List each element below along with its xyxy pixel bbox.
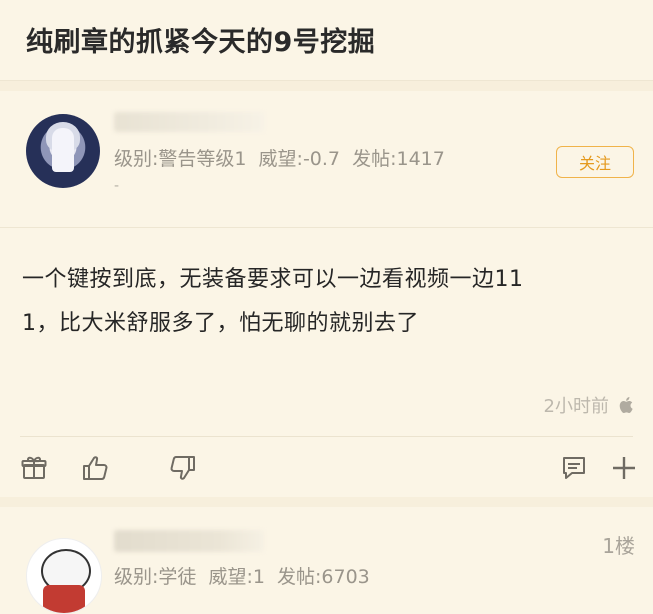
separator bbox=[0, 497, 653, 507]
thumbs-down-icon[interactable] bbox=[166, 452, 198, 484]
gift-icon[interactable] bbox=[18, 452, 50, 484]
author-avatar[interactable] bbox=[26, 114, 100, 188]
post-meta: 2小时前 bbox=[544, 392, 635, 418]
post-action-bar bbox=[0, 446, 653, 490]
floor-number: 1楼 bbox=[602, 534, 635, 558]
title-bar: 纯刷章的抓紧今天的9号挖掘 bbox=[0, 0, 653, 81]
post-content: 一个键按到底，无装备要求可以一边看视频一边11 1，比大米舒服多了，怕无聊的就别… bbox=[22, 258, 622, 346]
reply-avatar[interactable] bbox=[26, 538, 102, 614]
reply-post-count: 发帖:6703 bbox=[277, 566, 370, 588]
separator bbox=[0, 81, 653, 91]
follow-button[interactable]: 关注 bbox=[556, 146, 634, 178]
post-time: 2小时前 bbox=[543, 396, 609, 417]
reply-item: 级别:学徒 威望:1 发帖:6703 1楼 bbox=[0, 508, 653, 614]
post-author-header: 级别:警告等级1 威望:-0.7 发帖:1417 - 关注 bbox=[0, 92, 653, 228]
author-stats: 级别:警告等级1 威望:-0.7 发帖:1417 bbox=[114, 144, 451, 171]
post-content-line: 一个键按到底，无装备要求可以一边看视频一边11 bbox=[22, 267, 524, 292]
divider bbox=[20, 436, 633, 437]
plus-icon[interactable] bbox=[608, 452, 640, 484]
comment-icon[interactable] bbox=[558, 452, 590, 484]
author-level: 级别:警告等级1 bbox=[114, 148, 247, 170]
thread-title: 纯刷章的抓紧今天的9号挖掘 bbox=[26, 27, 376, 58]
reply-author-name-redacted[interactable] bbox=[114, 530, 264, 552]
reply-reputation: 威望:1 bbox=[208, 566, 265, 588]
apple-icon bbox=[619, 397, 633, 414]
thumbs-up-icon[interactable] bbox=[80, 452, 112, 484]
reply-author-stats: 级别:学徒 威望:1 发帖:6703 bbox=[114, 562, 376, 589]
author-name-redacted[interactable] bbox=[114, 112, 264, 132]
reply-level: 级别:学徒 bbox=[114, 566, 197, 588]
author-signature: - bbox=[114, 178, 120, 194]
author-post-count: 发帖:1417 bbox=[352, 148, 445, 170]
author-reputation: 威望:-0.7 bbox=[258, 148, 341, 170]
post-content-line: 1，比大米舒服多了，怕无聊的就别去了 bbox=[22, 311, 419, 336]
